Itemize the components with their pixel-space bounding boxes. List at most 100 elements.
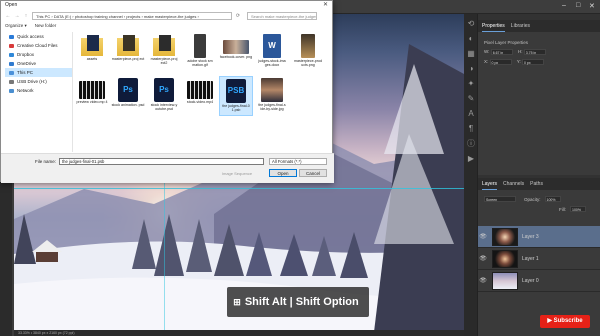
nav-item-onedrive[interactable]: OneDrive <box>5 59 72 68</box>
maximize-icon[interactable]: □ <box>576 2 580 9</box>
close-icon[interactable]: ✕ <box>589 2 595 10</box>
tab-properties[interactable]: Properties <box>482 20 505 32</box>
nav-item-quick-access[interactable]: Quick access <box>5 32 72 41</box>
height-value: 3.75 in <box>525 51 537 55</box>
dialog-footer: File name: the judges-final-01.psb All F… <box>1 153 334 183</box>
tab-libraries[interactable]: Libraries <box>511 20 530 32</box>
actions-icon[interactable]: ▶ <box>466 154 476 164</box>
info-icon[interactable]: ⓘ <box>466 139 476 149</box>
layer-row[interactable]: 👁 Layer 3 <box>478 226 600 248</box>
layer-name: Layer 3 <box>522 233 539 240</box>
status-bar: 33.33% • 3840 px x 2160 px (72 ppi) <box>14 330 464 336</box>
up-arrow-icon[interactable]: ↑ <box>23 13 29 19</box>
file-item-mp4[interactable]: stock-video.mp4 <box>183 76 217 116</box>
folder-icon <box>81 35 103 56</box>
dialog-title: Open <box>5 2 18 8</box>
file-label: stock interview-y outube.psd <box>150 103 178 111</box>
forward-arrow-icon[interactable]: → <box>14 13 20 19</box>
opacity-field[interactable]: 100% <box>544 196 561 202</box>
fill-value: 100% <box>572 208 581 212</box>
layer-row[interactable]: 👁 Layer 0 <box>478 270 600 292</box>
tab-paths[interactable]: Paths <box>530 178 543 190</box>
nav-item-creative-cloud[interactable]: Creative Cloud Files <box>5 41 72 50</box>
shortcut-text: Shift Alt | Shift Option <box>244 296 359 308</box>
width-value: 6.67 in <box>492 51 504 55</box>
file-name-label: File name: <box>35 159 57 164</box>
file-item-gif[interactable]: adobe stock sm mation.gif <box>183 32 217 72</box>
file-type-select[interactable]: All Formats (*.*) <box>269 158 327 165</box>
refresh-icon[interactable]: ⟳ <box>235 13 241 19</box>
image-thumbnail <box>223 40 249 54</box>
file-item-jpg[interactable]: the judges-final-s ide-by-side.jpg <box>255 76 289 116</box>
panel-icon-strip: ⟲ ◐ ▦ ◑ ✦ ✎ A ¶ ⓘ ▶ <box>464 14 478 336</box>
back-arrow-icon[interactable]: ← <box>5 13 11 19</box>
file-item-png[interactable]: facebook-cover. png <box>219 32 253 72</box>
width-label: W: <box>484 49 490 55</box>
file-item-psd[interactable]: Ps stock animation. psd <box>111 76 145 116</box>
word-doc-icon: W <box>263 34 281 58</box>
image-sequence-checkbox[interactable]: Image Sequence <box>211 170 263 177</box>
file-item-docx[interactable]: W judges-stock-ima ges.docx <box>255 32 289 72</box>
organize-button[interactable]: Organize ▾ <box>5 22 27 30</box>
file-item-folder[interactable]: masterpiece-proj ect <box>111 32 145 72</box>
tab-channels[interactable]: Channels <box>503 178 524 190</box>
width-field[interactable]: 6.67 in <box>490 49 513 55</box>
y-field[interactable]: 0 px <box>521 59 544 65</box>
visibility-eye-icon[interactable]: 👁 <box>478 277 488 284</box>
nav-item-network[interactable]: Network <box>5 86 72 95</box>
folder-icon <box>117 35 139 56</box>
visibility-eye-icon[interactable]: 👁 <box>478 233 488 240</box>
minimize-icon[interactable]: – <box>562 2 566 9</box>
nav-item-this-pc[interactable]: This PC <box>5 68 72 77</box>
dropbox-icon <box>9 52 14 57</box>
photoshop-title-bar: – □ ✕ <box>330 0 600 14</box>
layer-row[interactable]: 👁 Layer 1 <box>478 248 600 270</box>
height-label: H: <box>517 49 523 55</box>
shortcut-overlay: ⊞ Shift Alt | Shift Option <box>227 287 369 317</box>
nav-label: Dropbox <box>17 52 35 57</box>
nav-item-usb-drive[interactable]: USB Drive (H:) <box>5 77 72 86</box>
file-item-psd[interactable]: Ps stock interview-y outube.psd <box>147 76 181 116</box>
cancel-button[interactable]: Cancel <box>299 169 327 177</box>
y-value: 0 px <box>523 61 531 65</box>
breadcrumb[interactable]: This PC › DATA (E:) › photoshop training… <box>32 11 232 20</box>
search-input[interactable]: Search make masterpiece-the judges <box>247 11 317 20</box>
history-icon[interactable]: ⟲ <box>466 19 476 29</box>
adjustments-icon[interactable]: ◑ <box>466 64 476 74</box>
y-label: Y: <box>516 59 521 65</box>
subscribe-badge[interactable]: ▶ Subscribe <box>540 315 590 328</box>
file-item-mp4[interactable]: preview video.mp 4 <box>75 76 109 116</box>
file-item-psb-selected[interactable]: PSB the judges-final-0 1.psb <box>219 76 253 116</box>
x-field[interactable]: 0 px <box>489 59 512 65</box>
layers-list: 👁 Layer 3 👁 Layer 1 👁 Layer 0 <box>478 226 600 292</box>
file-label: adobe stock sm mation.gif <box>187 59 213 67</box>
swatches-icon[interactable]: ▦ <box>466 49 476 59</box>
visibility-eye-icon[interactable]: 👁 <box>478 255 488 262</box>
tab-layers[interactable]: Layers <box>482 178 498 190</box>
file-item-assets[interactable]: assets <box>75 32 109 72</box>
file-list: assets masterpiece-proj ect masterpiece-… <box>75 32 330 152</box>
blend-mode-select[interactable]: Screen <box>484 196 516 202</box>
styles-icon[interactable]: ✦ <box>466 79 476 89</box>
dialog-close-icon[interactable]: ✕ <box>323 1 328 10</box>
psd-file-icon: Ps <box>154 78 174 102</box>
brush-settings-icon[interactable]: ✎ <box>466 94 476 104</box>
file-item-folder[interactable]: masterpiece-proj ect2 <box>147 32 181 72</box>
file-label: facebook-cover. png <box>219 55 253 59</box>
file-name-input[interactable]: the judges-final-01.psb <box>59 158 264 165</box>
cloud-icon <box>9 43 14 48</box>
height-field[interactable]: 3.75 in <box>523 49 546 55</box>
new-folder-button[interactable]: New folder <box>35 22 57 30</box>
paragraph-icon[interactable]: ¶ <box>466 124 476 134</box>
fill-field[interactable]: 100% <box>570 206 586 212</box>
color-icon[interactable]: ◐ <box>466 34 476 44</box>
file-item-png[interactable]: masterpiece-prod ucts.png <box>291 32 325 72</box>
horizontal-guide[interactable] <box>14 188 464 189</box>
character-icon[interactable]: A <box>466 109 476 119</box>
open-button[interactable]: Open <box>269 169 297 177</box>
file-label: the judges-final-0 1.psb <box>222 104 250 112</box>
nav-item-dropbox[interactable]: Dropbox <box>5 50 72 59</box>
file-label: preview video.mp 4 <box>76 100 108 104</box>
layer-thumbnail <box>492 271 518 290</box>
properties-title: Pixel Layer Properties <box>484 40 529 45</box>
